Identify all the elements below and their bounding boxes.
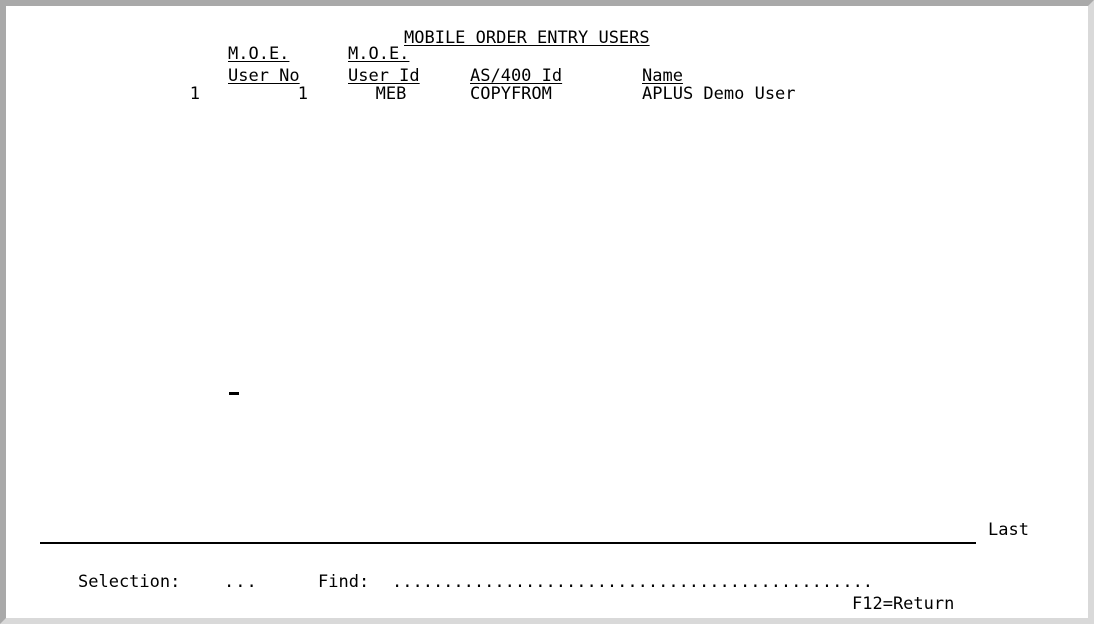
screen-title: MOBILE ORDER ENTRY USERS xyxy=(404,28,650,48)
header-user-no-line2: User No xyxy=(228,66,300,86)
find-input[interactable]: ........................................… xyxy=(392,572,873,592)
find-label: Find: xyxy=(318,572,370,592)
row-seq[interactable]: 1 xyxy=(156,84,200,104)
text-cursor xyxy=(229,392,239,395)
last-indicator: Last xyxy=(988,520,1029,540)
selection-input[interactable]: ... xyxy=(224,572,258,592)
f12-return-key[interactable]: F12=Return xyxy=(852,594,954,614)
header-user-id-line2: User Id xyxy=(348,66,420,86)
row-user-no[interactable]: 1 xyxy=(228,84,308,104)
selection-label: Selection: xyxy=(78,572,181,592)
header-user-no-line1: M.O.E. xyxy=(228,44,290,64)
row-as400-id[interactable]: COPYFROM xyxy=(470,84,552,104)
header-user-id-line1: M.O.E. xyxy=(348,44,410,64)
row-name[interactable]: APLUS Demo User xyxy=(642,84,796,104)
terminal-screen: MOBILE ORDER ENTRY USERS M.O.E. M.O.E. U… xyxy=(0,0,1094,624)
header-as400-id: AS/400 Id xyxy=(470,66,563,86)
row-user-id[interactable]: MEB xyxy=(348,84,434,104)
separator-line xyxy=(40,542,976,544)
header-name: Name xyxy=(642,66,683,86)
